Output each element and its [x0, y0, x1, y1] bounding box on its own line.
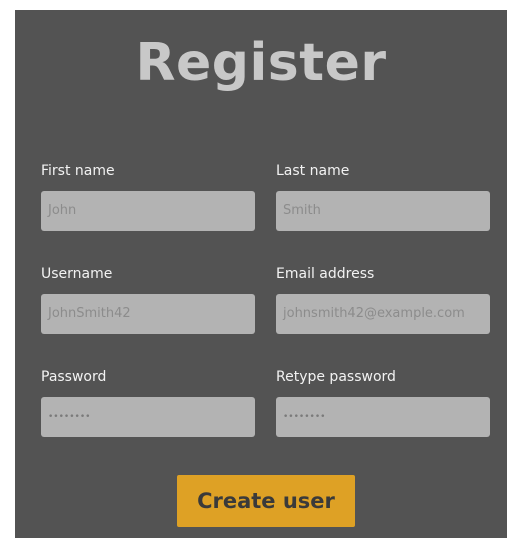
- register-form-panel: Register First name John Last name Smith…: [15, 10, 507, 538]
- last-name-input[interactable]: Smith: [276, 191, 490, 231]
- last-name-label: Last name: [276, 163, 350, 179]
- email-input[interactable]: johnsmith42@example.com: [276, 294, 490, 334]
- first-name-label: First name: [41, 163, 115, 179]
- password-input[interactable]: ••••••••: [41, 397, 255, 437]
- retype-password-label: Retype password: [276, 369, 396, 385]
- email-label: Email address: [276, 266, 375, 282]
- username-label: Username: [41, 266, 113, 282]
- password-label: Password: [41, 369, 107, 385]
- create-user-button[interactable]: Create user: [177, 475, 355, 527]
- username-input[interactable]: JohnSmith42: [41, 294, 255, 334]
- form-title: Register: [135, 33, 387, 93]
- first-name-input[interactable]: John: [41, 191, 255, 231]
- retype-password-input[interactable]: ••••••••: [276, 397, 490, 437]
